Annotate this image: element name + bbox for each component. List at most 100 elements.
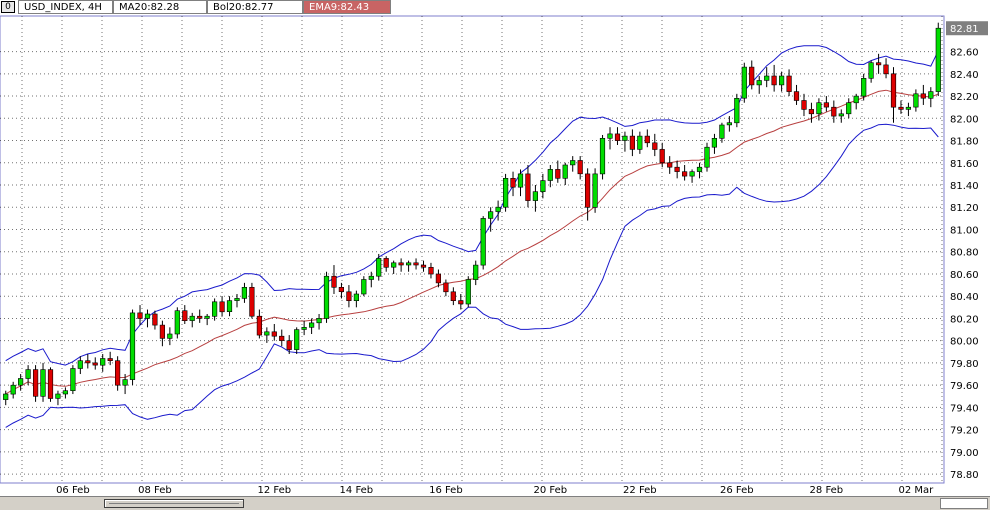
- candle-body: [115, 360, 121, 386]
- candle-body: [913, 93, 919, 108]
- candle-body: [868, 62, 874, 79]
- candle-body: [495, 206, 501, 212]
- candle-body: [547, 169, 553, 181]
- candle-body: [816, 102, 822, 115]
- candle-body: [793, 91, 800, 101]
- x-tick-label: 16 Feb: [429, 485, 463, 496]
- candle-body: [928, 91, 934, 99]
- candle-body: [241, 286, 248, 299]
- candle-body: [174, 310, 180, 335]
- candle-body: [674, 166, 680, 172]
- candle-body: [159, 324, 166, 339]
- candle-body: [420, 264, 427, 268]
- candle-body: [808, 109, 814, 115]
- candle-body: [465, 279, 471, 305]
- y-tick-label: 79.00: [950, 448, 979, 459]
- candle-body: [622, 135, 628, 141]
- y-tick-label: 79.60: [950, 381, 979, 392]
- candle-body: [219, 301, 225, 313]
- ma-indicator-tab[interactable]: MA20:82.28: [113, 0, 207, 14]
- candle-body: [353, 293, 360, 301]
- candle-body: [823, 102, 829, 108]
- candle-body: [32, 369, 39, 397]
- y-tick-label: 78.80: [950, 470, 979, 481]
- x-tick-label: 20 Feb: [534, 485, 568, 496]
- candle-body: [599, 138, 606, 175]
- system-menu-button[interactable]: 0: [1, 1, 15, 13]
- candle-body: [689, 171, 695, 177]
- candle-body: [197, 315, 203, 319]
- candle-body: [137, 312, 143, 319]
- candle-body: [861, 78, 867, 97]
- y-tick-label: 82.60: [950, 48, 979, 59]
- candle-body: [3, 393, 9, 400]
- x-tick-label: 26 Feb: [720, 485, 754, 496]
- candle-body: [570, 160, 576, 166]
- y-tick-label: 80.00: [950, 337, 979, 348]
- candle-body: [167, 333, 173, 339]
- candle-body: [294, 329, 300, 350]
- horizontal-scrollbar[interactable]: [0, 496, 990, 510]
- candle-body: [935, 27, 941, 92]
- candle-body: [129, 312, 136, 380]
- candle-body: [532, 191, 538, 201]
- candle-body: [592, 173, 598, 208]
- candle-body: [726, 122, 732, 126]
- last-price-label: 82.81: [950, 24, 979, 35]
- candle-body: [584, 173, 591, 208]
- candle-body: [40, 369, 46, 397]
- y-tick-label: 82.00: [950, 114, 979, 125]
- price-chart: 82.60 82.40 82.20 82.00 81.80 81.60 81.40 81.20…: [0, 15, 988, 496]
- candle-body: [376, 258, 382, 277]
- candle-body: [875, 62, 882, 66]
- candle-body: [734, 98, 740, 124]
- candle-body: [256, 315, 263, 336]
- candle-body: [681, 171, 688, 177]
- candle-body: [249, 286, 255, 317]
- indicator-tab-bar: 0 USD_INDEX, 4H MA20:82.28 Bol20:82.77 E…: [0, 0, 990, 15]
- candle-body: [719, 124, 725, 139]
- candle-body: [443, 282, 449, 293]
- candle-body: [182, 310, 188, 322]
- bollinger-indicator-tab[interactable]: Bol20:82.77: [207, 0, 303, 14]
- candle-body: [555, 169, 561, 179]
- y-tick-label: 80.40: [950, 292, 979, 303]
- y-tick-label: 81.40: [950, 181, 979, 192]
- candle-body: [614, 133, 621, 141]
- candle-body: [368, 275, 374, 280]
- candle-body: [786, 75, 792, 92]
- x-tick-label: 02 Mar: [898, 485, 934, 496]
- candle-body: [323, 275, 330, 319]
- ema-indicator-tab[interactable]: EMA9:82.43: [303, 0, 391, 14]
- candle-body: [286, 340, 292, 350]
- scrollbar-thumb[interactable]: [104, 499, 244, 508]
- candle-body: [100, 358, 106, 366]
- scrollbar-grip-icon: [109, 503, 239, 506]
- candle-body: [398, 262, 404, 266]
- candle-body: [510, 178, 516, 188]
- candle-body: [637, 135, 643, 150]
- candle-body: [435, 273, 442, 284]
- y-tick-label: 82.40: [950, 70, 979, 81]
- candle-body: [383, 258, 389, 268]
- y-tick-label: 80.60: [950, 270, 979, 281]
- y-tick-label: 79.20: [950, 426, 979, 437]
- candle-body: [152, 313, 158, 326]
- candle-body: [756, 80, 762, 86]
- x-tick-label: 22 Feb: [623, 485, 657, 496]
- y-tick-label: 82.20: [950, 92, 979, 103]
- candle-body: [391, 262, 397, 268]
- candle-body: [47, 369, 54, 399]
- candle-body: [331, 275, 337, 288]
- symbol-tab[interactable]: USD_INDEX, 4H: [18, 0, 113, 14]
- candle-body: [279, 335, 285, 341]
- candle-body: [316, 318, 322, 324]
- candle-body: [55, 393, 61, 399]
- candle-body: [838, 113, 844, 117]
- candle-body: [487, 211, 494, 219]
- candle-body: [890, 73, 897, 108]
- candle-body: [771, 75, 777, 86]
- candle-body: [920, 93, 926, 99]
- candle-body: [458, 300, 464, 305]
- y-tick-label: 81.20: [950, 203, 979, 214]
